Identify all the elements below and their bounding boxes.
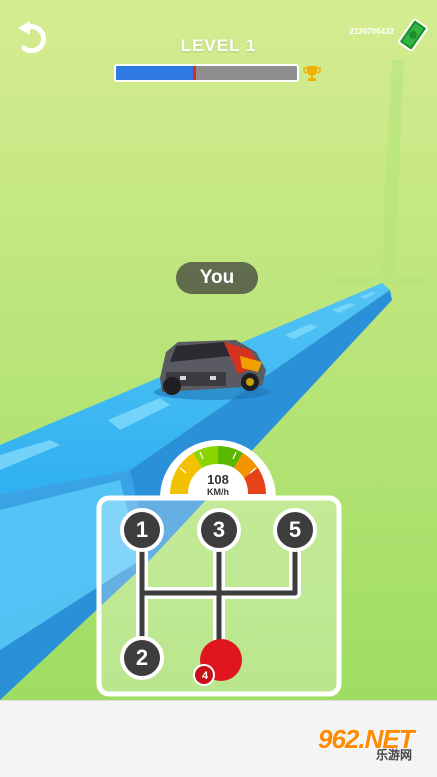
player-name-tag: You xyxy=(176,262,258,294)
cash-icon xyxy=(398,18,428,52)
trophy-icon xyxy=(303,66,321,81)
progress-marker xyxy=(192,66,196,80)
gear-5-label[interactable]: 5 xyxy=(280,515,310,545)
speed-value: 108 xyxy=(207,472,229,487)
gear-4-label[interactable]: 4 xyxy=(196,667,214,685)
level-progress-bar xyxy=(114,64,299,82)
progress-fill xyxy=(116,66,194,80)
level-title: LEVEL 1 xyxy=(180,36,257,55)
money-counter: 2130706432 xyxy=(349,27,395,36)
gear-1-label[interactable]: 1 xyxy=(127,515,157,545)
watermark-sub: 乐游网 xyxy=(376,748,413,762)
gear-3-label[interactable]: 3 xyxy=(204,515,234,545)
gear-2-label[interactable]: 2 xyxy=(127,643,157,673)
